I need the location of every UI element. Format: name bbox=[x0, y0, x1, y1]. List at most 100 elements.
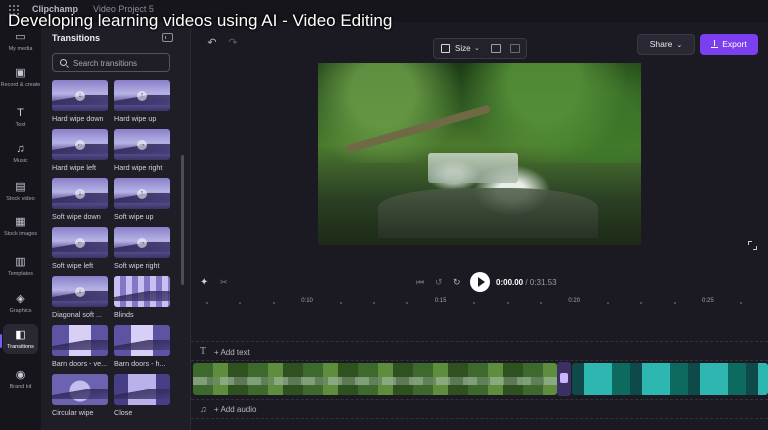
arrow-icon: → bbox=[137, 139, 147, 150]
transitions-panel: Transitions ↓ Hard wipe down ↑ Hard wipe up… bbox=[41, 22, 191, 430]
transition-label: Diagonal soft ... bbox=[52, 310, 102, 319]
transition-thumbnail bbox=[114, 374, 170, 405]
film-icon: ▤ bbox=[15, 181, 26, 193]
text-track-icon: T bbox=[200, 346, 207, 357]
transition-marker[interactable] bbox=[557, 362, 571, 396]
rail-item-my-media[interactable]: ▭ My media bbox=[0, 30, 41, 52]
transition-card[interactable]: ← Soft wipe left bbox=[52, 227, 108, 270]
transition-card[interactable]: ← Hard wipe left bbox=[52, 129, 108, 172]
preview-toolbar: Size ⌄ bbox=[433, 38, 527, 59]
transition-card[interactable]: Circular wipe bbox=[52, 374, 108, 417]
ruler-tick bbox=[339, 302, 342, 304]
fit-icon[interactable] bbox=[491, 44, 501, 53]
video-track[interactable] bbox=[191, 363, 768, 395]
transition-card[interactable]: → Soft wipe right bbox=[114, 227, 170, 270]
text-track[interactable]: T + Add text bbox=[191, 341, 768, 361]
transition-card[interactable]: ↑ Soft wipe up bbox=[114, 178, 170, 221]
current-time: 0:00.00 bbox=[496, 278, 524, 287]
transition-thumbnail: ↓ bbox=[52, 178, 108, 209]
search-icon bbox=[60, 59, 67, 66]
timeline-ruler[interactable]: 0:10 0:15 0:20 0:25 bbox=[191, 296, 768, 310]
transition-card[interactable]: Blinds bbox=[114, 276, 170, 319]
editor-main: ↶ ↷ Size ⌄ Share ⌄ Export ✦ ✂ ⏮ ↺ ↻ 0:00.… bbox=[191, 22, 768, 430]
rail-item-label: Brand kit bbox=[9, 384, 32, 390]
ruler-label: 0:25 bbox=[702, 298, 714, 304]
transition-label: Hard wipe right bbox=[114, 163, 163, 172]
transition-card[interactable]: ↓ Diagonal soft ... bbox=[52, 276, 108, 319]
rail-item-brand-kit[interactable]: ◉ Brand kit bbox=[0, 368, 41, 390]
rail-item-label: My media bbox=[8, 46, 33, 52]
audio-track[interactable]: ♫ + Add audio bbox=[191, 399, 768, 419]
share-button[interactable]: Share ⌄ bbox=[637, 34, 695, 55]
transition-card[interactable]: → Hard wipe right bbox=[114, 129, 170, 172]
fullscreen-icon[interactable] bbox=[748, 241, 757, 250]
timecode: 0:00.00 / 0:31.53 bbox=[496, 278, 557, 287]
image-icon: ▦ bbox=[15, 216, 26, 228]
rail-item-transitions[interactable]: ◧ Transitions bbox=[0, 324, 38, 354]
arrow-icon: ← bbox=[75, 237, 85, 248]
skip-back-icon[interactable]: ⏮ bbox=[416, 277, 424, 288]
ruler-tick bbox=[540, 302, 542, 304]
rail-item-label: Transitions bbox=[7, 344, 34, 350]
undo-icon[interactable]: ↶ bbox=[206, 37, 218, 49]
video-clip-forest[interactable] bbox=[193, 363, 557, 395]
transition-card[interactable]: ↑ Hard wipe up bbox=[114, 80, 170, 123]
search-box[interactable] bbox=[52, 53, 170, 72]
ruler-tick bbox=[640, 302, 643, 304]
rail-item-record-create[interactable]: ▣ Record & create bbox=[0, 66, 41, 88]
music-note-icon: ♫ bbox=[200, 404, 207, 414]
music-note-icon: ♫ bbox=[16, 143, 25, 155]
transition-label: Soft wipe right bbox=[114, 261, 160, 270]
camera-icon: ▣ bbox=[15, 67, 26, 79]
transition-thumbnail bbox=[114, 276, 170, 307]
transition-card[interactable]: Barn doors - ve... bbox=[52, 325, 108, 368]
transition-thumbnail: → bbox=[114, 129, 170, 160]
transition-thumbnail: → bbox=[114, 227, 170, 258]
rewind-icon[interactable]: ↺ bbox=[435, 277, 443, 288]
transition-thumbnail bbox=[114, 325, 170, 356]
transition-label: Barn doors - ve... bbox=[52, 359, 108, 368]
transition-card[interactable]: Close bbox=[114, 374, 170, 417]
transition-card[interactable]: Barn doors - h... bbox=[114, 325, 170, 368]
rail-item-templates[interactable]: ▥ Templates bbox=[0, 255, 41, 277]
ruler-label: 0:20 bbox=[568, 298, 581, 304]
arrow-icon: ↓ bbox=[75, 188, 85, 199]
fill-icon[interactable] bbox=[510, 44, 520, 53]
ruler-tick bbox=[373, 302, 375, 304]
size-button[interactable]: Size bbox=[455, 44, 471, 53]
transition-card[interactable]: ↓ Hard wipe down bbox=[52, 80, 108, 123]
video-clip-teal[interactable] bbox=[572, 363, 768, 395]
panel-scrollbar[interactable] bbox=[181, 155, 184, 285]
rail-item-text[interactable]: T Text bbox=[0, 106, 41, 128]
magic-wand-icon[interactable]: ✦ bbox=[200, 277, 208, 288]
ruler-label: 0:10 bbox=[301, 298, 313, 304]
rail-item-graphics[interactable]: ◈ Graphics bbox=[0, 292, 41, 314]
forward-icon[interactable]: ↻ bbox=[453, 277, 461, 288]
crop-icon[interactable] bbox=[441, 44, 450, 53]
search-input[interactable] bbox=[73, 57, 167, 69]
ruler-tick bbox=[740, 302, 743, 304]
add-text-button[interactable]: + Add text bbox=[214, 348, 250, 357]
add-audio-button[interactable]: + Add audio bbox=[214, 405, 256, 414]
folder-icon: ▭ bbox=[15, 31, 26, 43]
collapse-panel-icon[interactable] bbox=[162, 33, 173, 42]
transition-label: Soft wipe left bbox=[52, 261, 94, 270]
transitions-grid: ↓ Hard wipe down ↑ Hard wipe up ← Hard wipe l… bbox=[52, 80, 172, 430]
play-button[interactable] bbox=[470, 272, 490, 292]
export-label: Export bbox=[722, 39, 747, 49]
video-preview[interactable] bbox=[318, 63, 641, 245]
share-label: Share bbox=[649, 39, 673, 49]
arrow-icon: ↑ bbox=[137, 188, 147, 199]
ruler-tick bbox=[473, 302, 476, 304]
transition-thumbnail: ↑ bbox=[114, 178, 170, 209]
export-button[interactable]: Export bbox=[700, 34, 758, 55]
rail-item-stock-video[interactable]: ▤ Stock video bbox=[0, 180, 41, 202]
redo-icon[interactable]: ↷ bbox=[227, 37, 239, 49]
transition-card[interactable]: ↓ Soft wipe down bbox=[52, 178, 108, 221]
rail-item-music[interactable]: ♫ Music bbox=[0, 142, 41, 164]
ruler-tick bbox=[206, 302, 208, 304]
rail-item-stock-images[interactable]: ▦ Stock images bbox=[0, 215, 41, 237]
transition-thumbnail bbox=[52, 374, 108, 405]
panel-title: Transitions bbox=[52, 33, 101, 43]
scissors-icon[interactable]: ✂ bbox=[220, 277, 228, 288]
